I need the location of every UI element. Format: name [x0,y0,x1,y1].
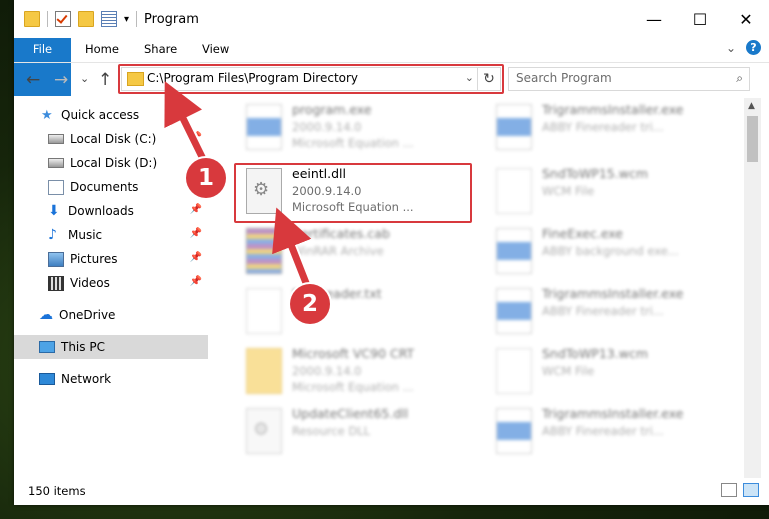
arrow-2 [272,207,312,292]
step-badge-2: 2 [290,284,330,324]
annotation-arrows [164,81,314,294]
arrow-1 [164,81,210,169]
step-badge-1: 1 [186,158,226,198]
